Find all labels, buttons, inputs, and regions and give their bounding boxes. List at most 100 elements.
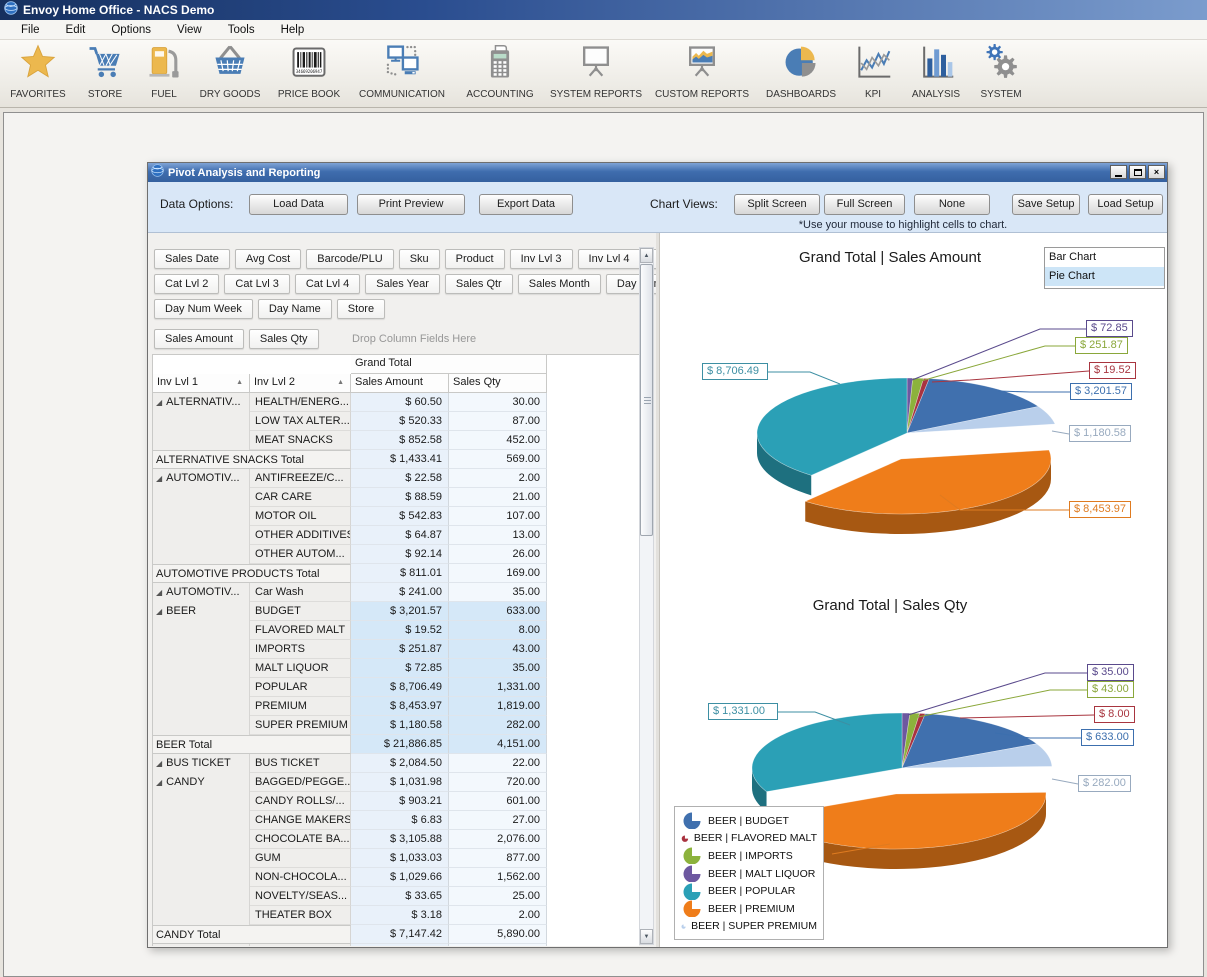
load-setup-button[interactable]: Load Setup: [1088, 194, 1163, 215]
toolbar-item-custom-reports[interactable]: CUSTOM REPORTS: [646, 40, 758, 106]
field-button-sales-qtr[interactable]: Sales Qtr: [445, 274, 513, 294]
table-row[interactable]: PREMIUM$ 8,453.971,819.00: [153, 697, 547, 716]
lvl1-cell[interactable]: ◢BUS TICKET: [153, 754, 250, 773]
table-row[interactable]: ◢BEERBUDGET$ 3,201.57633.00: [153, 602, 547, 621]
lvl2-cell[interactable]: POPULAR: [250, 678, 351, 697]
lvl2-cell[interactable]: NOVELTY/SEAS...: [250, 887, 351, 906]
lvl1-cell[interactable]: [153, 868, 250, 887]
sales-qty-cell[interactable]: 27.00: [449, 811, 547, 830]
table-row[interactable]: MALT LIQUOR$ 72.8535.00: [153, 659, 547, 678]
lvl1-cell[interactable]: [153, 488, 250, 507]
print-preview-button[interactable]: Print Preview: [357, 194, 465, 215]
value-header-sales-qty[interactable]: Sales Qty: [449, 374, 547, 393]
field-button-inv-lvl-4[interactable]: Inv Lvl 4: [578, 249, 641, 269]
lvl2-cell[interactable]: MOTOR OIL: [250, 507, 351, 526]
lvl1-cell[interactable]: ◢ALTERNATIV...: [153, 393, 250, 412]
sales-qty-cell[interactable]: 2.00: [449, 469, 547, 488]
lvl1-cell[interactable]: [153, 906, 250, 925]
lvl1-cell[interactable]: [153, 830, 250, 849]
save-setup-button[interactable]: Save Setup: [1012, 194, 1080, 215]
lvl2-cell[interactable]: ANTIFREEZE/C...: [250, 469, 351, 488]
sales-amount-cell[interactable]: $ 3,201.57: [351, 602, 449, 621]
sales-qty-cell[interactable]: 5,890.00: [449, 925, 547, 944]
sales-amount-cell[interactable]: $ 1,029.66: [351, 868, 449, 887]
lvl2-cell[interactable]: OTHER ADDITIVES: [250, 526, 351, 545]
menu-item-edit[interactable]: Edit: [53, 22, 99, 38]
table-row[interactable]: GUM$ 1,033.03877.00: [153, 849, 547, 868]
sales-amount-cell[interactable]: $ 64.87: [351, 526, 449, 545]
toolbar-item-dashboards[interactable]: DASHBOARDS: [758, 40, 844, 106]
table-row[interactable]: ◢ALTERNATIV...HEALTH/ENERG...$ 60.5030.0…: [153, 393, 547, 412]
sales-amount-cell[interactable]: $ 542.83: [351, 507, 449, 526]
lvl1-cell[interactable]: ◢AUTOMOTIV...: [153, 469, 250, 488]
table-row[interactable]: ALTERNATIVE SNACKS Total$ 1,433.41569.00: [153, 450, 547, 469]
lvl2-cell[interactable]: CHOCOLATE BA...: [250, 830, 351, 849]
sales-qty-cell[interactable]: 22.00: [449, 754, 547, 773]
table-row[interactable]: CAR CARE$ 88.5921.00: [153, 488, 547, 507]
menu-item-options[interactable]: Options: [98, 22, 164, 38]
value-header-sales-amount[interactable]: Sales Amount: [351, 374, 449, 393]
sales-qty-cell[interactable]: 4,151.00: [449, 735, 547, 754]
chart-type-listbox[interactable]: Bar ChartPie Chart: [1044, 247, 1165, 289]
sales-qty-cell[interactable]: 877.00: [449, 849, 547, 868]
expand-icon[interactable]: ◢: [156, 778, 162, 787]
sales-qty-cell[interactable]: 21.00: [449, 488, 547, 507]
sales-qty-cell[interactable]: 720.00: [449, 773, 547, 792]
sales-amount-cell[interactable]: $ 6.83: [351, 811, 449, 830]
sales-amount-cell[interactable]: $ 852.58: [351, 431, 449, 450]
sales-amount-cell[interactable]: $ 241.00: [351, 583, 449, 602]
table-row[interactable]: IMPORTS$ 251.8743.00: [153, 640, 547, 659]
table-row[interactable]: OTHER AUTOM...$ 92.1426.00: [153, 545, 547, 564]
lvl1-cell[interactable]: [153, 526, 250, 545]
sales-qty-cell[interactable]: 43.00: [449, 640, 547, 659]
lvl1-cell[interactable]: [153, 697, 250, 716]
sales-amount-cell[interactable]: $ 903.21: [351, 792, 449, 811]
toolbar-item-system[interactable]: SYSTEM: [970, 40, 1032, 106]
toolbar-item-analysis[interactable]: ANALYSIS: [902, 40, 970, 106]
table-row[interactable]: BEER Total$ 21,886.854,151.00: [153, 735, 547, 754]
sales-amount-cell[interactable]: $ 1,433.41: [351, 450, 449, 469]
lvl1-cell[interactable]: ◢AUTOMOTIV...: [153, 583, 250, 602]
sales-qty-cell[interactable]: 13.00: [449, 526, 547, 545]
lvl2-cell[interactable]: CAR CARE: [250, 488, 351, 507]
sales-qty-cell[interactable]: 633.00: [449, 602, 547, 621]
table-row[interactable]: CANDY ROLLS/...$ 903.21601.00: [153, 792, 547, 811]
field-button-sku[interactable]: Sku: [399, 249, 440, 269]
lvl2-cell[interactable]: FLAVORED MALT: [250, 621, 351, 640]
sales-amount-cell[interactable]: $ 21,886.85: [351, 735, 449, 754]
lvl2-cell[interactable]: GUM: [250, 849, 351, 868]
field-button-product[interactable]: Product: [445, 249, 505, 269]
sales-amount-cell[interactable]: $ 811.01: [351, 564, 449, 583]
export-data-button[interactable]: Export Data: [479, 194, 573, 215]
sales-amount-cell[interactable]: $ 1,031.98: [351, 773, 449, 792]
sales-qty-cell[interactable]: 8.00: [449, 621, 547, 640]
field-button-sales-month[interactable]: Sales Month: [518, 274, 601, 294]
field-button-sales-year[interactable]: Sales Year: [365, 274, 440, 294]
full-screen-button[interactable]: Full Screen: [824, 194, 905, 215]
menu-item-view[interactable]: View: [164, 22, 215, 38]
lvl2-cell[interactable]: MEAT SNACKS: [250, 431, 351, 450]
lvl1-cell[interactable]: [153, 678, 250, 697]
sales-qty-cell[interactable]: 1,562.00: [449, 868, 547, 887]
table-row[interactable]: NOVELTY/SEAS...$ 33.6525.00: [153, 887, 547, 906]
menu-item-tools[interactable]: Tools: [215, 22, 268, 38]
lvl2-cell[interactable]: CANDY ROLLS/...: [250, 792, 351, 811]
sales-qty-cell[interactable]: 107.00: [449, 507, 547, 526]
toolbar-item-dry-goods[interactable]: DRY GOODS: [192, 40, 268, 106]
row-header-inv-lvl-2[interactable]: Inv Lvl 2▲: [250, 374, 351, 393]
table-row[interactable]: CANDY Total$ 7,147.425,890.00: [153, 925, 547, 944]
lvl1-cell[interactable]: [153, 507, 250, 526]
table-row[interactable]: ◢CANDYBAGGED/PEGGE...$ 1,031.98720.00: [153, 773, 547, 792]
toolbar-item-communication[interactable]: COMMUNICATION: [350, 40, 454, 106]
field-button-barcode-plu[interactable]: Barcode/PLU: [306, 249, 393, 269]
lvl1-cell[interactable]: [153, 811, 250, 830]
toolbar-item-system-reports[interactable]: SYSTEM REPORTS: [546, 40, 646, 106]
lvl2-cell[interactable]: BUS TICKET: [250, 754, 351, 773]
table-row[interactable]: ◢AUTOMOTIV...Car Wash$ 241.0035.00: [153, 583, 547, 602]
sales-amount-cell[interactable]: $ 22.58: [351, 469, 449, 488]
maximize-button[interactable]: [1129, 165, 1146, 179]
menu-item-help[interactable]: Help: [268, 22, 318, 38]
sales-qty-cell[interactable]: 35.00: [449, 583, 547, 602]
listbox-item-pie-chart[interactable]: Pie Chart: [1045, 267, 1164, 286]
field-button-avg-cost[interactable]: Avg Cost: [235, 249, 301, 269]
